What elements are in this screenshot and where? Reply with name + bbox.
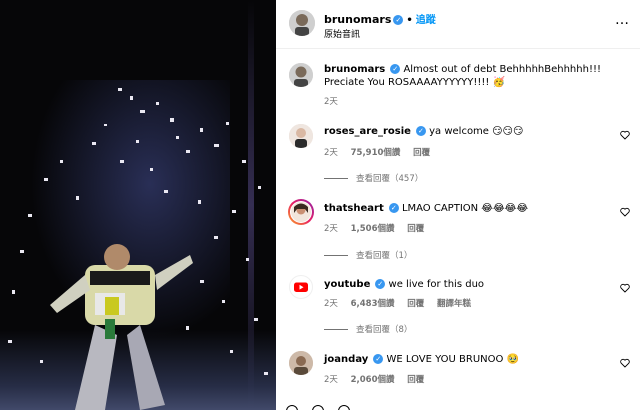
comment-icon[interactable]: [312, 405, 324, 410]
comment-meta: 2天 2,060個讚 回覆: [324, 373, 434, 385]
reply-button[interactable]: 回覆: [407, 224, 424, 234]
caption-username[interactable]: brunomars: [324, 64, 385, 75]
like-count[interactable]: 75,910個讚: [351, 148, 401, 158]
timestamp[interactable]: 2天: [324, 224, 338, 234]
comment-body: WE LOVE YOU BRUNOO 🥹: [386, 354, 520, 365]
comment-username[interactable]: youtube: [324, 279, 370, 290]
view-replies-button[interactable]: 查看回覆（8）: [324, 323, 412, 335]
avatar[interactable]: [289, 275, 313, 299]
comment-item: thatsheart ✓ LMAO CAPTION 😂😂😂😂 2天 1,506個讚…: [276, 197, 640, 267]
replies-divider: [324, 178, 348, 179]
header-username-row: brunomars ✓ • 追蹤: [324, 11, 436, 26]
comment-username[interactable]: joanday: [324, 354, 368, 365]
timestamp[interactable]: 2天: [324, 299, 338, 309]
comment-body: we live for this duo: [388, 279, 485, 290]
verified-badge-icon: ✓: [393, 15, 404, 25]
view-replies-label: 查看回覆（1）: [356, 251, 413, 261]
timestamp[interactable]: 2天: [324, 375, 338, 385]
timestamp[interactable]: 2天: [324, 97, 338, 107]
verified-badge-icon: ✓: [373, 354, 384, 364]
avatar[interactable]: [289, 63, 313, 87]
comment-meta: 2天 75,910個讚 回覆: [324, 146, 440, 158]
post-header: brunomars ✓ • 追蹤 原始音訊 …: [276, 0, 640, 49]
separator-dot: •: [406, 15, 413, 26]
comment-username[interactable]: thatsheart: [324, 203, 384, 214]
like-heart-icon[interactable]: [620, 283, 630, 293]
avatar[interactable]: [289, 10, 315, 36]
audio-label[interactable]: 原始音訊: [324, 27, 360, 40]
comment-text: joanday ✓ WE LOVE YOU BRUNOO 🥹: [324, 353, 622, 366]
avatar[interactable]: [289, 351, 313, 375]
comment-item: roses_are_rosie ✓ ya welcome 😏😏😏 2天 75,91…: [276, 120, 640, 190]
replies-divider: [324, 329, 348, 330]
comment-username[interactable]: roses_are_rosie: [324, 126, 411, 137]
comment-text: roses_are_rosie ✓ ya welcome 😏😏😏: [324, 125, 622, 138]
view-replies-label: 查看回覆（8）: [356, 325, 413, 335]
verified-badge-icon: ✓: [415, 126, 426, 136]
performer-figure: [50, 244, 193, 410]
post-author-username[interactable]: brunomars: [324, 13, 391, 26]
caption-meta: 2天: [324, 95, 348, 107]
comment-meta: 2天 6,483個讚 回覆 翻譯年糕: [324, 297, 481, 309]
like-heart-icon[interactable]: [620, 130, 630, 140]
avatar[interactable]: [288, 199, 314, 225]
like-heart-icon[interactable]: [620, 207, 630, 217]
view-replies-button[interactable]: 查看回覆（457）: [324, 172, 423, 184]
verified-badge-icon: ✓: [375, 279, 386, 289]
comment-item: youtube ✓ we live for this duo 2天 6,483個讚…: [276, 273, 640, 343]
comment-item: joanday ✓ WE LOVE YOU BRUNOO 🥹 2天 2,060個讚…: [276, 348, 640, 398]
comment-body: ya welcome 😏😏😏: [429, 126, 524, 137]
youtube-logo-icon: [294, 282, 308, 292]
translate-button[interactable]: 翻譯年糕: [437, 299, 471, 309]
view-replies-button[interactable]: 查看回覆（1）: [324, 249, 412, 261]
like-heart-icon[interactable]: [620, 358, 630, 368]
replies-divider: [324, 255, 348, 256]
comment-text: thatsheart ✓ LMAO CAPTION 😂😂😂😂: [324, 202, 622, 215]
like-count[interactable]: 1,506個讚: [351, 224, 395, 234]
share-icon[interactable]: [338, 405, 350, 410]
more-options-icon[interactable]: …: [615, 12, 630, 28]
comment-text: youtube ✓ we live for this duo: [324, 278, 622, 291]
reply-button[interactable]: 回覆: [407, 299, 424, 309]
comments-panel: brunomars ✓ • 追蹤 原始音訊 … brunomars ✓ Almost o…: [276, 0, 640, 410]
action-bar: [286, 402, 364, 410]
caption-text: brunomars ✓ Almost out of debt BehhhhhBeh…: [324, 63, 622, 89]
view-replies-label: 查看回覆（457）: [356, 174, 424, 184]
like-count[interactable]: 6,483個讚: [351, 299, 395, 309]
reply-button[interactable]: 回覆: [413, 148, 430, 158]
timestamp[interactable]: 2天: [324, 148, 338, 158]
comment-meta: 2天 1,506個讚 回覆: [324, 222, 434, 234]
post-video[interactable]: [0, 0, 276, 410]
verified-badge-icon: ✓: [390, 64, 401, 74]
avatar[interactable]: [289, 124, 313, 148]
follow-button[interactable]: 追蹤: [416, 15, 436, 26]
comment-body: LMAO CAPTION 😂😂😂😂: [401, 203, 529, 214]
verified-badge-icon: ✓: [388, 203, 399, 213]
like-icon[interactable]: [286, 405, 298, 410]
post-caption: brunomars ✓ Almost out of debt BehhhhhBeh…: [276, 59, 640, 109]
reply-button[interactable]: 回覆: [407, 375, 424, 385]
like-count[interactable]: 2,060個讚: [351, 375, 395, 385]
